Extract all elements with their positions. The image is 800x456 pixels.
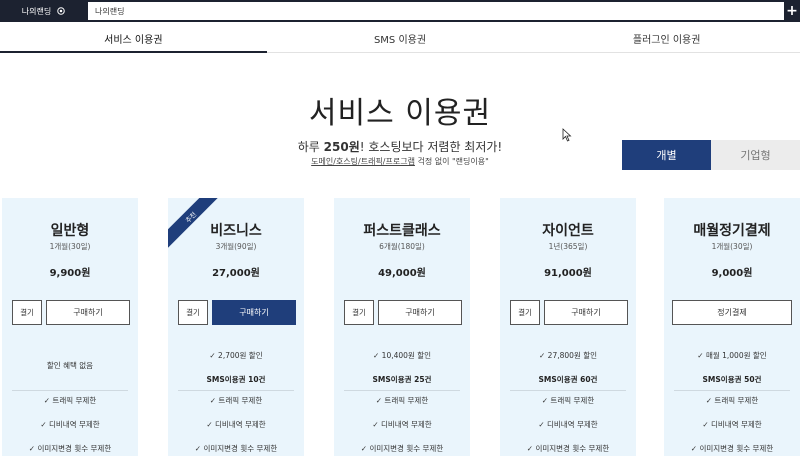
feature-item: ✓ 디비내역 무제한 xyxy=(40,420,100,429)
mouse-cursor-icon xyxy=(562,128,572,142)
subnote-rest: 걱정 없이 "랜딩이용" xyxy=(414,157,489,166)
feature-item: ✓ 이미지변경 횟수 무제한 xyxy=(690,444,774,453)
feature-item: SMS이용권 60건 xyxy=(538,375,598,384)
small-button[interactable]: 결기 xyxy=(344,300,374,325)
plan-period: 6개월(180일) xyxy=(379,242,425,251)
add-tab-button[interactable]: + xyxy=(784,0,800,22)
feature-item: ✓ 디비내역 무제한 xyxy=(538,420,598,429)
mypage-button[interactable]: 나의랜딩 xyxy=(0,0,88,22)
plan-period: 1개월(30일) xyxy=(711,242,753,251)
subtitle-highlight: 250원 xyxy=(323,140,360,154)
tab-bar: 서비스 이용권 SMS 이용권 플러그인 이용권 xyxy=(0,24,800,53)
feature-item: ✓ 디비내역 무제한 xyxy=(206,420,266,429)
small-button[interactable]: 결기 xyxy=(178,300,208,325)
divider xyxy=(510,390,626,391)
feature-item: ✓ 2,700원 할인 xyxy=(209,351,263,360)
buy-button[interactable]: 구매하기 xyxy=(46,300,130,325)
tab-service[interactable]: 서비스 이용권 xyxy=(0,24,267,53)
subtitle-prefix: 하루 xyxy=(297,140,324,154)
plan-price: 27,000원 xyxy=(212,268,260,279)
page-title: 서비스 이용권 xyxy=(308,96,492,131)
feature-item: ✓ 27,800원 할인 xyxy=(539,351,597,360)
plan-card-giant: 자이언트 1년(365일) 91,000원 결기 구매하기 ✓ 27,800원 … xyxy=(500,198,636,456)
feature-item: SMS이용권 50건 xyxy=(702,375,762,384)
feature-item: ✓ 10,400원 할인 xyxy=(373,351,431,360)
tab-label: 서비스 이용권 xyxy=(104,34,163,46)
top-bar: 나의랜딩 나의랜딩 + xyxy=(0,0,800,22)
toggle-individual[interactable]: 개별 xyxy=(622,140,711,170)
feature-item: SMS이용권 25건 xyxy=(372,375,432,384)
mypage-label: 나의랜딩 xyxy=(21,6,52,16)
toggle-corporate[interactable]: 기업형 xyxy=(711,140,800,170)
plan-name: 자이언트 xyxy=(542,223,594,239)
plan-price: 9,000원 xyxy=(711,268,753,279)
plan-price: 9,900원 xyxy=(49,268,91,279)
tab-label: SMS 이용권 xyxy=(373,34,427,46)
plan-buttons: 결기 구매하기 xyxy=(12,300,130,325)
divider xyxy=(674,390,790,391)
feature-item: ✓ 트래픽 무제한 xyxy=(43,396,97,405)
feature-item: ✓ 디비내역 무제한 xyxy=(702,420,762,429)
plan-period: 1년(365일) xyxy=(548,242,588,251)
feature-item: ✓ 디비내역 무제한 xyxy=(372,420,432,429)
plan-buttons: 결기 구매하기 xyxy=(510,300,628,325)
subtitle-suffix: ! 호스팅보다 저렴한 최저가! xyxy=(359,140,503,154)
feature-item: ✓ 이미지변경 횟수 무제한 xyxy=(194,444,278,453)
small-button[interactable]: 결기 xyxy=(12,300,42,325)
plan-name: 비즈니스 xyxy=(210,223,262,239)
feature-item: ✓ 이미지변경 횟수 무제한 xyxy=(360,444,444,453)
tab-plugin[interactable]: 플러그인 이용권 xyxy=(533,24,800,52)
feature-item: ✓ 트래픽 무제한 xyxy=(705,396,759,405)
divider xyxy=(344,390,460,391)
plan-type-toggle: 개별 기업형 xyxy=(622,140,800,170)
plan-card-first-class: 퍼스트클래스 6개월(180일) 49,000원 결기 구매하기 ✓ 10,40… xyxy=(334,198,470,456)
plan-name: 일반형 xyxy=(50,223,90,239)
tab-sms[interactable]: SMS 이용권 xyxy=(267,24,534,52)
page-tab-title[interactable]: 나의랜딩 xyxy=(88,2,784,20)
gear-icon xyxy=(57,7,65,15)
small-button[interactable]: 결기 xyxy=(510,300,540,325)
plus-icon: + xyxy=(786,3,798,19)
buy-button[interactable]: 구매하기 xyxy=(378,300,462,325)
divider xyxy=(178,390,294,391)
plan-period: 3개월(90일) xyxy=(215,242,257,251)
buy-button[interactable]: 구매하기 xyxy=(212,300,296,325)
feature-item: ✓ 이미지변경 횟수 무제한 xyxy=(526,444,610,453)
page-tab-title-text: 나의랜딩 xyxy=(95,6,125,16)
feature-item: ✓ 이미지변경 횟수 무제한 xyxy=(28,444,112,453)
feature-item: ✓ 트래픽 무제한 xyxy=(375,396,429,405)
subscribe-button[interactable]: 정기결제 xyxy=(672,300,792,325)
plan-card-monthly-subscription: 매월정기결제 1개월(30일) 9,000원 정기결제 ✓ 매월 1,000원 … xyxy=(664,198,800,456)
feature-item: ✓ 트래픽 무제한 xyxy=(209,396,263,405)
plan-buttons: 결기 구매하기 xyxy=(344,300,462,325)
plan-card-basic: 일반형 1개월(30일) 9,900원 결기 구매하기 할인 혜택 없음 ✓ 트… xyxy=(2,198,138,456)
divider xyxy=(12,390,128,391)
tab-label: 플러그인 이용권 xyxy=(632,34,701,46)
plan-price: 91,000원 xyxy=(544,268,592,279)
feature-item: 할인 혜택 없음 xyxy=(46,361,94,370)
plan-price: 49,000원 xyxy=(378,268,426,279)
subnote-underlined: 도메인/호스팅/트래픽/프로그램 xyxy=(311,157,415,166)
plan-period: 1개월(30일) xyxy=(49,242,91,251)
plan-buttons: 결기 구매하기 xyxy=(178,300,296,325)
plan-card-business: 추천 비즈니스 3개월(90일) 27,000원 결기 구매하기 ✓ 2,700… xyxy=(168,198,304,456)
buy-button[interactable]: 구매하기 xyxy=(544,300,628,325)
plan-name: 매월정기결제 xyxy=(693,223,771,239)
feature-item: SMS이용권 10건 xyxy=(206,375,266,384)
feature-item: ✓ 매월 1,000원 할인 xyxy=(697,351,767,360)
feature-item: ✓ 트래픽 무제한 xyxy=(541,396,595,405)
plan-name: 퍼스트클래스 xyxy=(363,223,441,239)
